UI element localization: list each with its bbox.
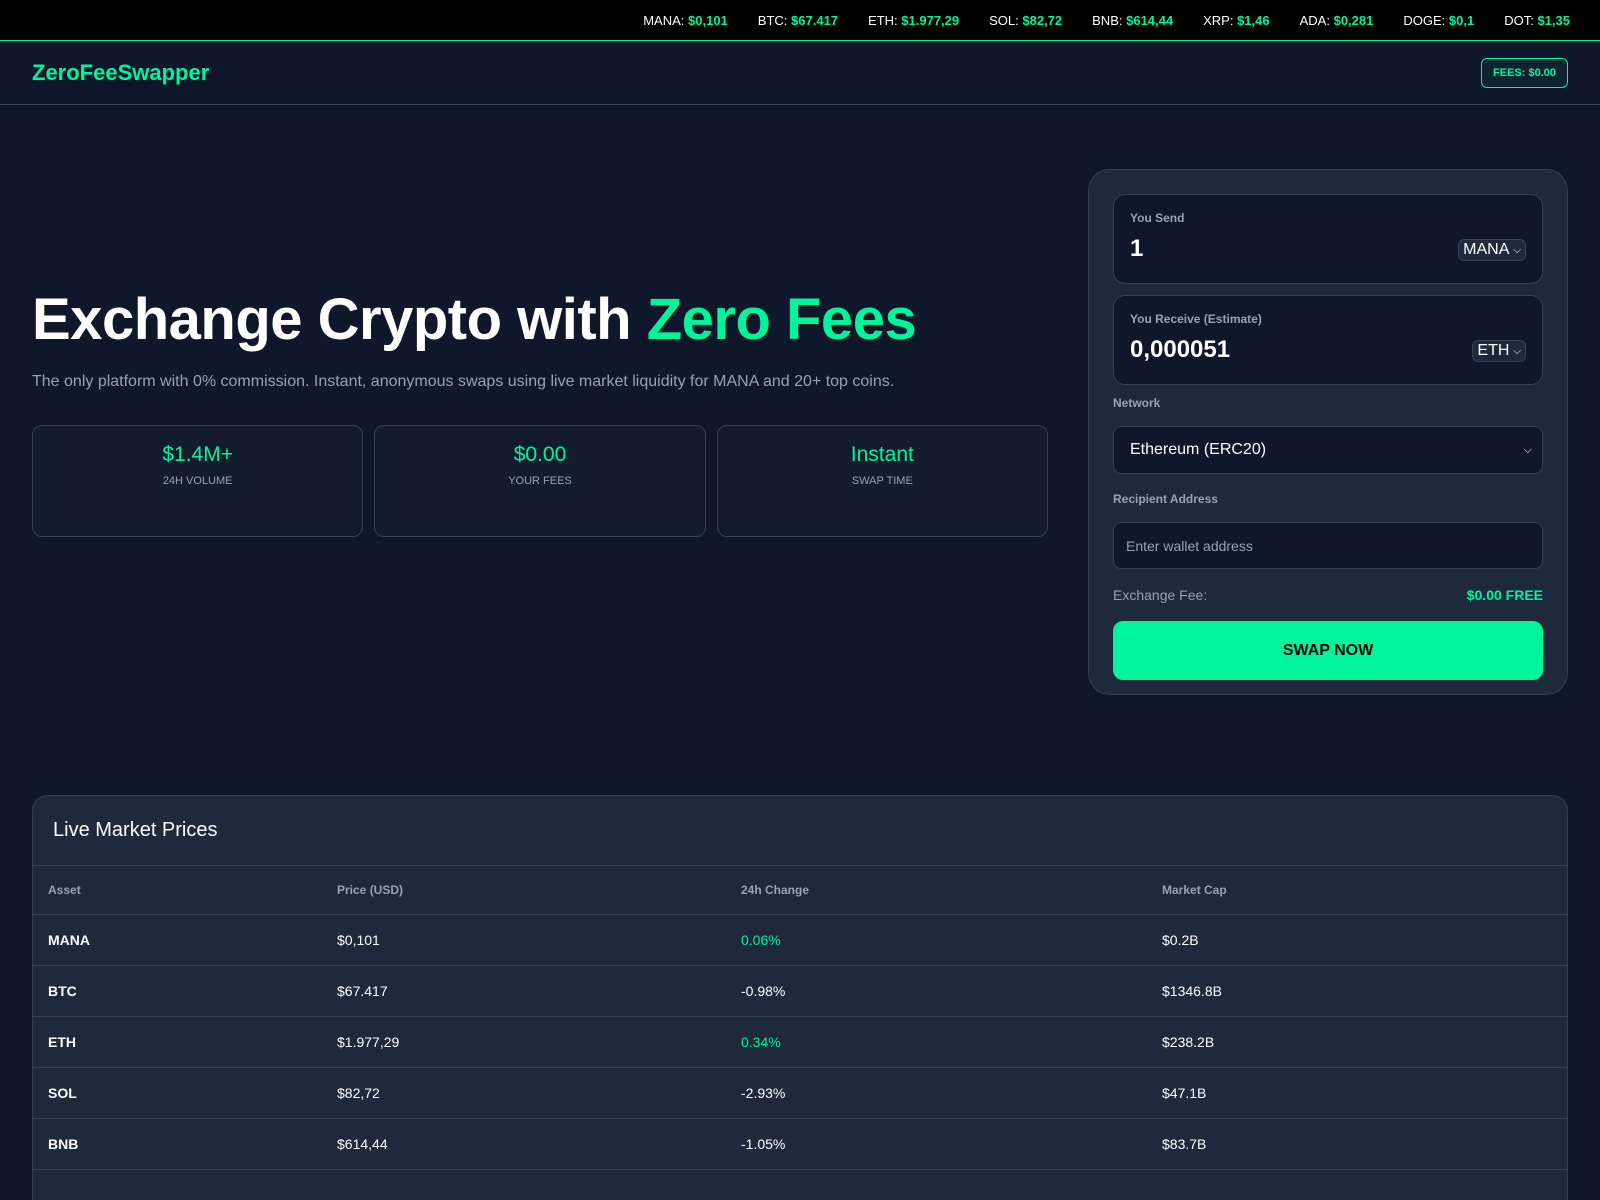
table-row[interactable]: ETH $1.977,29 0.34% $238.2B [33,1017,1567,1068]
chevron-down-icon: ⌵ [1513,244,1521,256]
column-header: Asset [48,883,81,897]
address-label: Recipient Address [1113,492,1218,506]
change-cell: -1.05% [741,1136,786,1152]
stat-card-volume: $1.4M+ 24H Volume [32,424,364,537]
stat-label: Your Fees [508,474,572,487]
price-cell: $67.417 [337,983,388,999]
price-cell: $614,44 [337,1136,388,1152]
stat-value: $1.4M+ [162,442,233,466]
ticker-item-dot: DOT: $1,35 [1504,12,1570,28]
market-title: Live Market Prices [33,796,1567,866]
hero-section: Exchange Crypto with Zero Fees The only … [0,105,1600,795]
column-header: Price (USD) [337,883,404,897]
price-cell: $82,72 [337,1085,380,1101]
stat-label: 24H Volume [162,474,233,487]
swap-card: You Send 1 MANA ⌵ You Receive (Estimate)… [1088,169,1568,695]
column-header: 24h Change [741,883,810,897]
site-header: ZeroFeeSwapper FEES: $0.00 [0,41,1600,105]
price-ticker: MANA: $0,101 BTC: $67.417 ETH: $1.977,29… [0,0,1600,41]
receive-currency-value: ETH [1477,342,1510,359]
stat-card-fees: $0.00 Your Fees [374,424,706,537]
hero-title: Exchange Crypto with Zero Fees [32,287,917,352]
stats-row: $1.4M+ 24H Volume $0.00 Your Fees Instan… [32,424,1048,537]
asset-cell: SOL [48,1085,77,1101]
stat-card-swap-time: Instant Swap Time [716,424,1048,537]
asset-cell: MANA [48,932,90,948]
table-row[interactable]: MANA $0,101 0.06% $0.2B [33,915,1567,966]
change-cell: 0.34% [741,1034,781,1050]
table-header-row: Asset Price (USD) 24h Change Market Cap [33,866,1567,915]
hero-title-accent: Zero Fees [646,287,917,352]
ticker-item-btc: BTC: $67.417 [757,12,839,28]
ticker-item-mana: MANA: $0,101 [643,12,728,28]
receive-amount-output: 0,000051 [1130,336,1231,363]
fee-value: $0.00 FREE [1466,587,1543,603]
fee-row: Exchange Fee: $0.00 FREE [1113,587,1543,603]
network-value: Ethereum (ERC20) [1130,441,1267,458]
ticker-item-xrp: XRP: $1,46 [1203,12,1270,28]
fees-badge: FEES: $0.00 [1481,57,1568,88]
send-amount-input[interactable]: 1 [1130,235,1143,263]
market-cap-cell: $1346.8B [1162,983,1222,999]
market-cap-cell: $0.2B [1162,932,1199,948]
ticker-item-doge: DOGE: $0,1 [1403,12,1475,28]
ticker-item-sol: SOL: $82,72 [989,12,1063,28]
swap-now-button[interactable]: Swap Now [1113,621,1543,680]
send-box: You Send 1 MANA ⌵ [1113,194,1543,284]
table-row[interactable]: SOL $82,72 -2.93% $47.1B [33,1068,1567,1119]
asset-cell: ETH [48,1034,76,1050]
stat-value: $0.00 [513,442,567,466]
price-cell: $1.977,29 [337,1034,400,1050]
column-header: Market Cap [1162,883,1227,897]
receive-currency-select[interactable]: ETH ⌵ [1472,340,1526,362]
ticker-item-ada: ADA: $0,281 [1299,12,1374,28]
hero-subtitle: The only platform with 0% commission. In… [32,372,895,390]
asset-cell: BTC [48,983,77,999]
stat-label: Swap Time [851,474,913,487]
table-row[interactable]: BTC $67.417 -0.98% $1346.8B [33,966,1567,1017]
market-cap-cell: $238.2B [1162,1034,1215,1050]
network-label: Network [1113,396,1161,410]
table-row[interactable]: BNB $614,44 -1.05% $83.7B [33,1119,1567,1170]
send-currency-value: MANA [1463,241,1510,258]
stat-value: Instant [850,442,914,466]
ticker-item-bnb: BNB: $614,44 [1092,12,1174,28]
change-cell: 0.06% [741,932,781,948]
receive-box: You Receive (Estimate) 0,000051 ETH ⌵ [1113,295,1543,385]
receive-label: You Receive (Estimate) [1130,312,1262,326]
price-cell: $0,101 [337,932,380,948]
send-currency-select[interactable]: MANA ⌵ [1458,239,1526,261]
market-cap-cell: $47.1B [1162,1085,1207,1101]
market-prices-panel: Live Market Prices Asset Price (USD) 24h… [32,795,1568,1200]
hero-content: Exchange Crypto with Zero Fees The only … [32,285,1048,537]
network-select[interactable]: Ethereum (ERC20) ⌵ [1113,426,1543,474]
chevron-down-icon: ⌵ [1523,443,1532,456]
market-cap-cell: $83.7B [1162,1136,1207,1152]
recipient-address-input[interactable]: Enter wallet address [1113,522,1543,569]
change-cell: -2.93% [741,1085,786,1101]
ticker-item-eth: ETH: $1.977,29 [868,12,960,28]
send-label: You Send [1130,211,1185,225]
chevron-down-icon: ⌵ [1513,345,1521,357]
logo[interactable]: ZeroFeeSwapper [32,60,209,86]
fee-label: Exchange Fee: [1113,587,1208,603]
asset-cell: BNB [48,1136,79,1152]
change-cell: -0.98% [741,983,786,999]
